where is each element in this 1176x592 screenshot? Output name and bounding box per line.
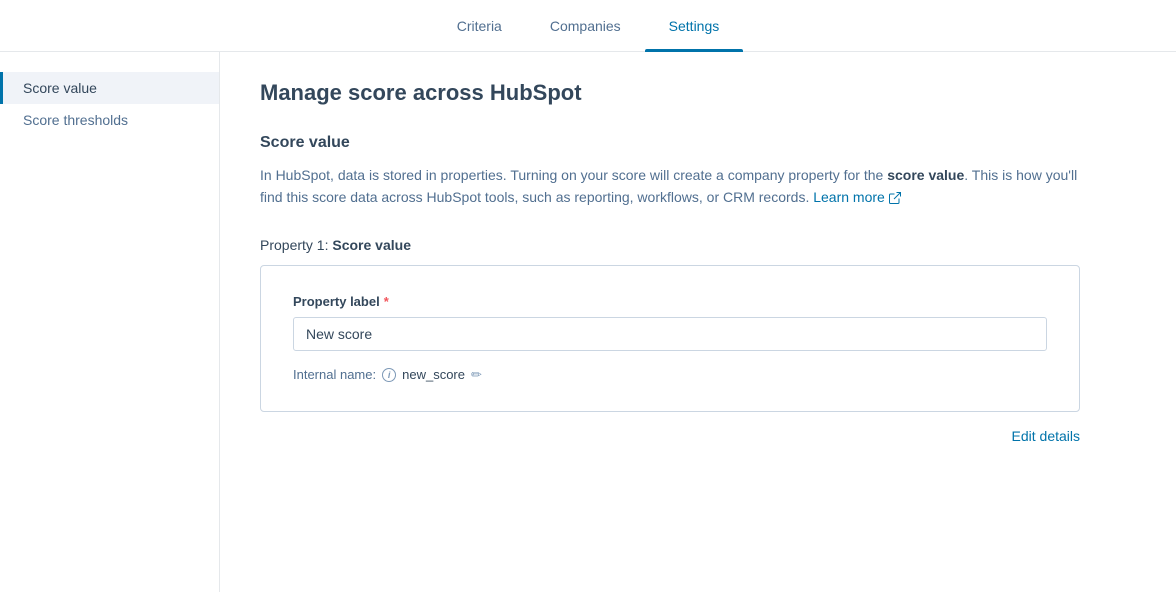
- property-label-row: Property label *: [293, 294, 1047, 351]
- page-title: Manage score across HubSpot: [260, 80, 1080, 106]
- description-part1: In HubSpot, data is stored in properties…: [260, 167, 887, 183]
- tab-companies[interactable]: Companies: [526, 0, 645, 51]
- internal-name-row: Internal name: i new_score ✏: [293, 367, 1047, 383]
- tab-criteria[interactable]: Criteria: [433, 0, 526, 51]
- edit-details-link[interactable]: Edit details: [1012, 428, 1080, 444]
- main-content: Manage score across HubSpot Score value …: [220, 52, 1120, 592]
- property-heading: Property 1: Score value: [260, 237, 1080, 253]
- edit-pencil-icon[interactable]: ✏: [471, 367, 482, 383]
- description-bold: score value: [887, 167, 964, 183]
- tab-settings[interactable]: Settings: [645, 0, 744, 51]
- info-icon[interactable]: i: [382, 368, 396, 382]
- learn-more-link[interactable]: Learn more: [813, 186, 901, 208]
- edit-details-row: Edit details: [260, 428, 1080, 444]
- page-layout: Score value Score thresholds Manage scor…: [0, 52, 1176, 592]
- description-text: In HubSpot, data is stored in properties…: [260, 164, 1080, 209]
- sidebar-item-score-thresholds[interactable]: Score thresholds: [0, 104, 219, 136]
- internal-name-label: Internal name:: [293, 367, 376, 382]
- property-card: Property label * Internal name: i new_sc…: [260, 265, 1080, 412]
- external-link-icon: [889, 192, 901, 204]
- top-navigation: Criteria Companies Settings: [0, 0, 1176, 52]
- section-title: Score value: [260, 134, 1080, 152]
- property-label-input[interactable]: [293, 317, 1047, 351]
- internal-name-value: new_score: [402, 367, 465, 382]
- required-star: *: [384, 294, 389, 309]
- property-label-field-label: Property label *: [293, 294, 1047, 309]
- sidebar-item-score-value[interactable]: Score value: [0, 72, 219, 104]
- sidebar: Score value Score thresholds: [0, 52, 220, 592]
